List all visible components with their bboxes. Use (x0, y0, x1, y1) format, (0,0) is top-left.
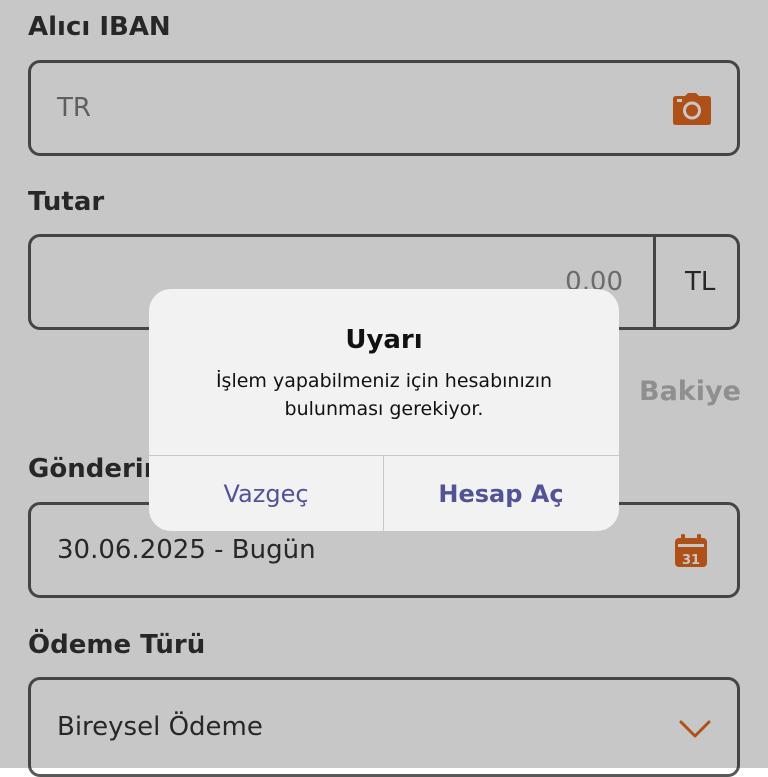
alert-message-line-1: İşlem yapabilmeniz için hesabınızın (215, 370, 553, 392)
alert-dialog: Uyarı İşlem yapabilmeniz için hesabınızı… (149, 289, 619, 531)
alert-message-line-2: bulunması gerekiyor. (284, 398, 484, 420)
open-account-button[interactable]: Hesap Aç (384, 456, 618, 531)
cancel-button[interactable]: Vazgeç (149, 456, 383, 531)
alert-title: Uyarı (345, 325, 423, 355)
alert-message: İşlem yapabilmeniz için hesabınızın bulu… (169, 367, 599, 423)
